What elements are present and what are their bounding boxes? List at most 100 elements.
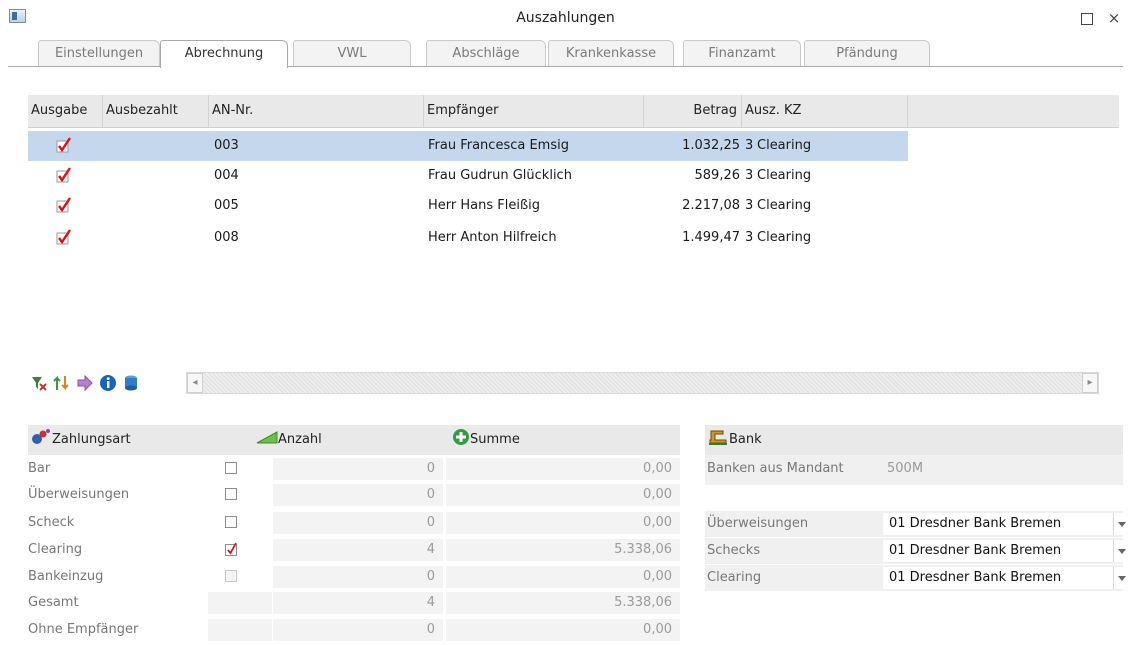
payment-row-gesamt: Gesamt 4 5.338,06 [28,591,680,615]
betrag-cell: 2.217,08 [682,198,740,213]
payment-type-label: Zahlungsart [52,432,131,447]
database-icon[interactable] [122,374,140,392]
an-nr-cell: 004 [214,168,239,183]
clearing-checkbox[interactable] [224,541,240,561]
count-label: Anzahl [278,432,322,447]
ausz-kz-cell: 3 [745,198,754,213]
table-toolbar: ◂ ▸ [28,370,1119,396]
column-header-betrag[interactable]: Betrag [644,95,742,127]
ausz-kz-cell: 3 [745,168,754,183]
sum-value: 0,00 [446,458,680,480]
tab-krankenkasse[interactable]: Krankenkasse [548,40,674,66]
ausgabe-checkbox[interactable] [56,167,71,183]
bank-select-ueberweisungen[interactable]: 01 Dresdner Bank Bremen [883,513,1113,535]
ueberweisungen-checkbox[interactable] [225,488,237,500]
ausz-kz-text-cell: Clearing [757,198,812,213]
filter-icon[interactable] [30,374,48,392]
sum-value: 5.338,06 [446,539,680,561]
chevron-down-icon[interactable] [1113,567,1131,589]
column-header-empfaenger[interactable]: Empfänger [424,95,644,127]
column-header-ausz-kz[interactable]: Ausz. KZ [742,95,908,127]
table-row[interactable]: 005 Herr Hans Fleißig 2.217,08 3 Clearin… [28,191,908,221]
tab-einstellungen[interactable]: Einstellungen [38,40,160,66]
an-nr-cell: 003 [214,138,239,153]
sum-header: Summe [452,425,520,455]
table-header: Ausgabe Ausbezahlt AN-Nr. Empfänger Betr… [28,95,1119,128]
scroll-right-button[interactable]: ▸ [1082,373,1098,393]
bank-panel: Bank Banken aus Mandant 500M Überweisung… [705,425,1131,605]
bank-select-schecks[interactable]: 01 Dresdner Bank Bremen [883,540,1113,562]
bank-select-clearing[interactable]: 01 Dresdner Bank Bremen [883,567,1113,589]
empfaenger-cell: Herr Anton Hilfreich [428,230,557,245]
tab-abrechnung[interactable]: Abrechnung [160,40,288,68]
table-row[interactable]: 003 Frau Francesca Emsig 1.032,25 3 Clea… [28,131,908,161]
title-bar: Auszahlungen × [0,0,1131,36]
bank-row-ueberweisungen: Überweisungen 01 Dresdner Bank Bremen [705,511,1131,537]
payment-row-label: Ohne Empfänger [28,622,139,637]
column-header-ausgabe[interactable]: Ausgabe [28,95,103,127]
ausz-kz-text-cell: Clearing [757,230,812,245]
tab-finanzamt[interactable]: Finanzamt [683,40,801,66]
window-title: Auszahlungen [516,10,615,26]
column-header-ausbezahlt[interactable]: Ausbezahlt [103,95,209,127]
ausgabe-checkbox[interactable] [56,229,71,245]
payment-type-icon [32,429,50,444]
ausz-kz-cell: 3 [745,138,754,153]
count-value: 0 [273,458,443,480]
sum-value: 0,00 [446,619,680,641]
ausz-kz-text-cell: Clearing [757,168,812,183]
arrow-right-icon[interactable] [76,374,94,392]
table-row[interactable]: 008 Herr Anton Hilfreich 1.499,47 3 Clea… [28,223,908,253]
close-button[interactable]: × [1103,8,1125,28]
bank-row-label: Schecks [707,543,761,558]
bar-checkbox[interactable] [225,462,237,474]
count-value: 0 [273,512,443,534]
empfaenger-cell: Frau Gudrun Glücklich [428,168,572,183]
bank-icon [709,430,727,445]
sum-value: 0,00 [446,566,680,588]
payment-type-header: Zahlungsart [30,425,131,455]
plus-icon [453,429,469,445]
bankeinzug-checkbox [225,570,237,582]
betrag-cell: 1.032,25 [682,138,740,153]
chevron-down-icon[interactable] [1113,540,1131,562]
bank-mandant-label: Banken aus Mandant [707,461,844,476]
table-row[interactable]: 004 Frau Gudrun Glücklich 589,26 3 Clear… [28,161,908,191]
bank-mandant-value: 500M [887,461,924,476]
count-value: 0 [273,619,443,641]
horizontal-scrollbar[interactable]: ◂ ▸ [186,372,1099,394]
count-value: 0 [273,484,443,506]
count-value: 0 [273,566,443,588]
tab-vwl[interactable]: VWL [293,40,411,66]
payment-row-ueberweisungen: Überweisungen 0 0,00 [28,483,680,507]
payment-row-label: Scheck [28,515,75,530]
bank-row-label: Überweisungen [707,516,809,531]
bank-row-label: Clearing [707,570,762,585]
chevron-down-icon[interactable] [1113,513,1131,535]
ausgabe-checkbox[interactable] [56,197,71,213]
payment-summary-header: Zahlungsart Anzahl Summe [28,425,680,455]
bank-row-schecks: Schecks 01 Dresdner Bank Bremen [705,538,1131,564]
payment-row-bar: Bar 0 0,00 [28,457,680,481]
count-value: 4 [273,592,443,614]
betrag-cell: 1.499,47 [682,230,740,245]
betrag-cell: 589,26 [694,168,741,183]
scroll-left-button[interactable]: ◂ [187,373,203,393]
maximize-button[interactable] [1076,8,1098,28]
scheck-checkbox[interactable] [225,516,237,528]
bank-header-label: Bank [729,432,762,447]
column-header-an-nr[interactable]: AN-Nr. [209,95,424,127]
payment-row-label: Gesamt [28,595,79,610]
payment-row-label: Bankeinzug [28,569,104,584]
ausgabe-checkbox[interactable] [56,137,71,153]
bank-row-clearing: Clearing 01 Dresdner Bank Bremen [705,565,1131,591]
count-value: 4 [273,539,443,561]
info-icon[interactable] [99,374,117,392]
payment-row-bankeinzug: Bankeinzug 0 0,00 [28,565,680,589]
sum-value: 0,00 [446,512,680,534]
sort-icon[interactable] [52,374,70,392]
an-nr-cell: 008 [214,230,239,245]
tab-abschlaege[interactable]: Abschläge [426,40,546,66]
bank-mandant-row: Banken aus Mandant 500M [705,455,1123,485]
tab-pfaendung[interactable]: Pfändung [804,40,930,66]
